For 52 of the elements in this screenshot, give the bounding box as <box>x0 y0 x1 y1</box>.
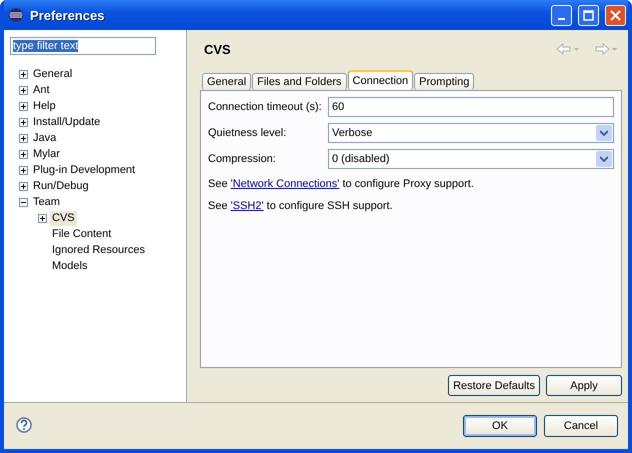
tree-item[interactable]: Mylar <box>31 146 62 162</box>
expand-icon[interactable] <box>19 102 28 110</box>
page-title: CVS <box>203 42 232 56</box>
field-label: Quietness level: <box>208 127 288 139</box>
tree-item[interactable]: Ant <box>31 82 52 98</box>
tab[interactable]: Connection <box>348 70 414 90</box>
minimize-button[interactable] <box>551 4 572 26</box>
maximize-icon <box>583 10 594 20</box>
tree-item[interactable]: Java <box>31 130 58 146</box>
window-title: Preferences <box>30 8 106 22</box>
filter-field[interactable]: type filter text <box>10 37 156 55</box>
field-label: Compression: <box>208 153 277 165</box>
restore-defaults-button[interactable]: Restore Defaults <box>448 375 540 396</box>
tree-item[interactable]: General <box>31 66 74 82</box>
tree-item[interactable]: Run/Debug <box>31 178 91 194</box>
apply-button[interactable]: Apply <box>546 375 622 396</box>
expand-icon[interactable] <box>38 214 47 222</box>
expand-icon[interactable] <box>19 134 28 142</box>
app-icon <box>8 7 24 23</box>
info-text: See 'SSH2' to configure SSH support. <box>208 199 394 213</box>
tree-item[interactable]: Plug-in Development <box>31 162 138 178</box>
expand-icon[interactable] <box>19 166 28 174</box>
tree-item[interactable]: Models <box>50 258 90 274</box>
expand-icon[interactable] <box>19 182 28 190</box>
dropdown[interactable]: Verbose <box>328 123 614 143</box>
tab[interactable]: Files and Folders <box>252 73 347 90</box>
close-button[interactable] <box>605 4 626 26</box>
minimize-icon <box>558 18 565 20</box>
cancel-button[interactable]: Cancel <box>544 415 618 437</box>
expand-icon[interactable] <box>19 150 28 158</box>
link[interactable]: 'SSH2' <box>230 200 264 212</box>
tree-item[interactable]: Ignored Resources <box>50 242 147 258</box>
tree-item[interactable]: CVS <box>50 210 77 226</box>
tree-item[interactable]: Help <box>31 98 58 114</box>
maximize-button[interactable] <box>578 4 599 26</box>
close-icon <box>610 10 621 20</box>
tree-item[interactable]: Install/Update <box>31 114 102 130</box>
expand-icon[interactable] <box>19 70 28 78</box>
timeout-field[interactable]: 60 <box>328 97 614 117</box>
ok-button[interactable]: OK <box>463 415 537 437</box>
dropdown[interactable]: 0 (disabled) <box>328 149 614 169</box>
tab[interactable]: General <box>202 73 252 90</box>
collapse-icon[interactable] <box>19 198 28 206</box>
expand-icon[interactable] <box>19 118 28 126</box>
tree-item[interactable]: Team <box>31 194 62 210</box>
tree-item[interactable]: File Content <box>50 226 114 242</box>
tab[interactable]: Prompting <box>414 73 474 90</box>
info-text: See 'Network Connections' to configure Proxy support. <box>208 177 475 191</box>
help-icon[interactable] <box>16 416 32 432</box>
field-label: Connection timeout (s): <box>208 101 323 113</box>
link[interactable]: 'Network Connections' <box>230 178 340 190</box>
expand-icon[interactable] <box>19 86 28 94</box>
